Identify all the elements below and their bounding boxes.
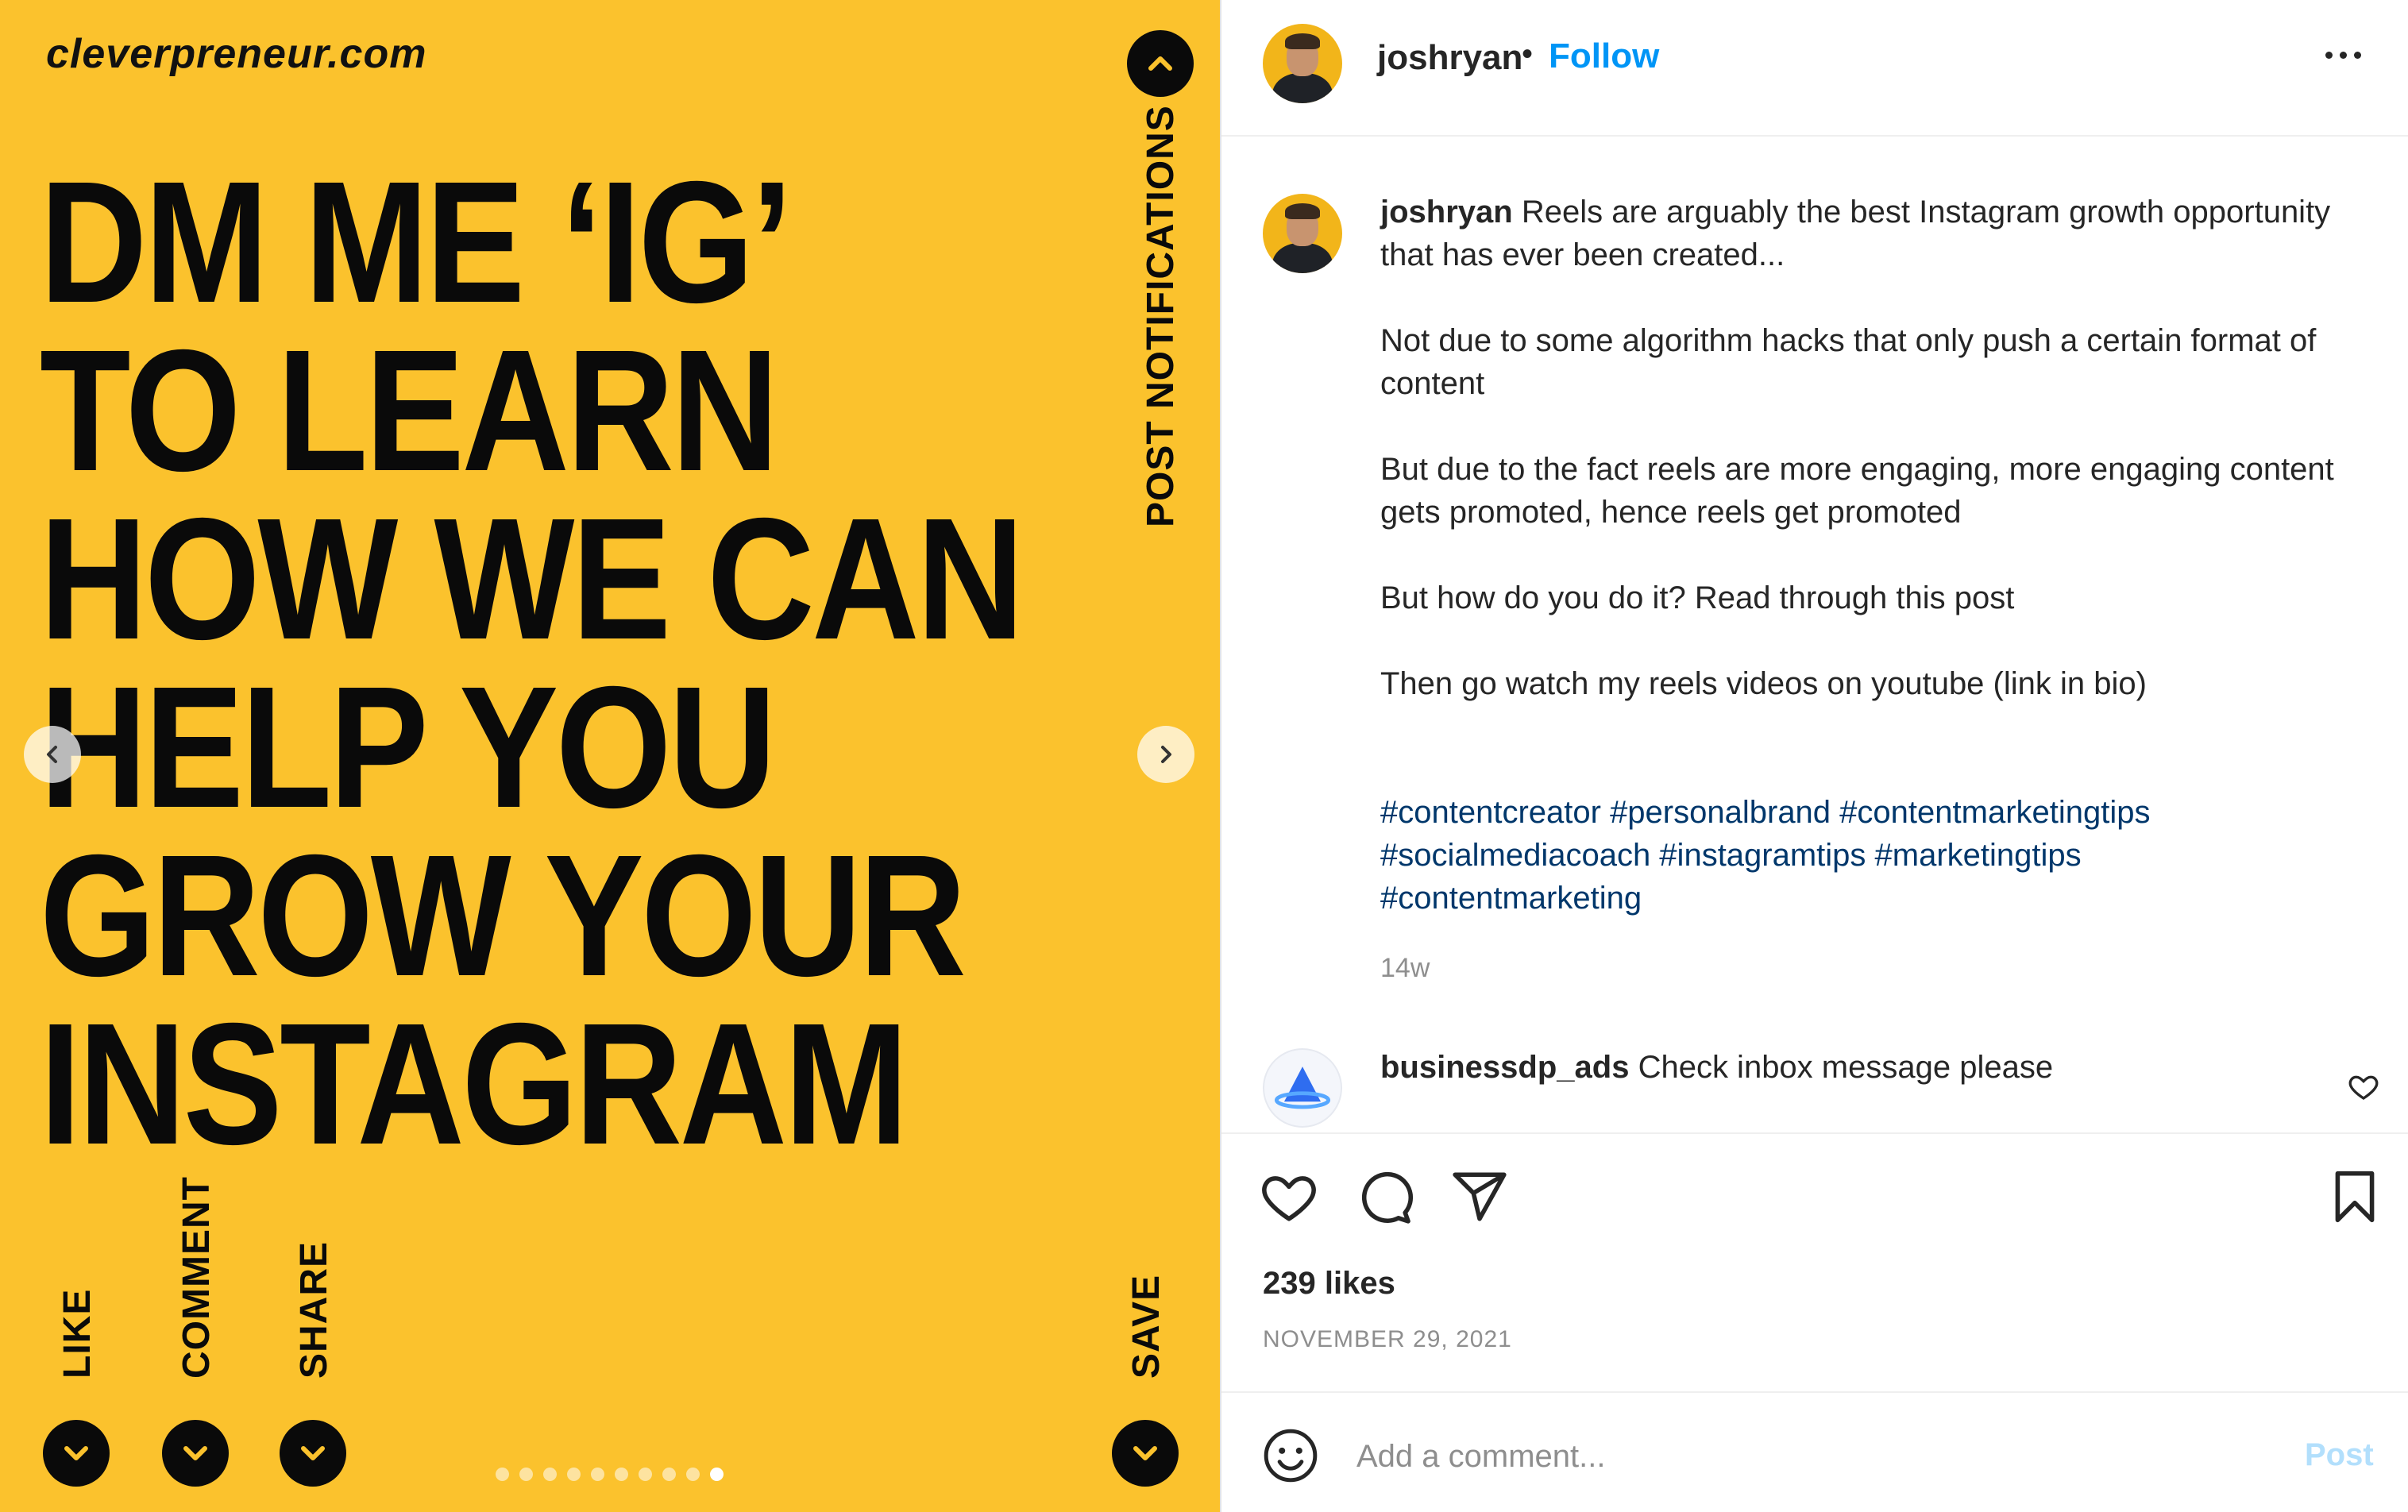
comment-label: COMMENT bbox=[176, 1176, 218, 1379]
chevron-down-icon bbox=[43, 1420, 110, 1487]
comment-input[interactable]: Add a comment... bbox=[1356, 1439, 1605, 1475]
headline-line: DM ME ‘IG’ bbox=[40, 146, 793, 339]
headline-line: HELP YOU bbox=[40, 651, 777, 844]
actions-divider bbox=[1221, 1132, 2408, 1134]
caption-paragraph: But due to the fact reels are more engag… bbox=[1380, 452, 2334, 530]
post-date: NOVEMBER 29, 2021 bbox=[1263, 1326, 1512, 1352]
header-divider bbox=[1221, 135, 2408, 137]
slide-headline: DM ME ‘IG’ TO LEARN HOW WE CAN HELP YOU … bbox=[40, 146, 1025, 1181]
caption-paragraph: Not due to some algorithm hacks that onl… bbox=[1380, 323, 2317, 401]
carousel-indicator bbox=[496, 1468, 724, 1481]
post-details-panel: joshryan • Follow joshryan Reels are arg… bbox=[1221, 0, 2408, 1512]
carousel-dot bbox=[615, 1468, 628, 1481]
next-slide-button[interactable] bbox=[1137, 726, 1194, 783]
comment-text: Check inbox message please bbox=[1638, 1050, 2054, 1085]
chevron-down-icon bbox=[1112, 1420, 1179, 1487]
post-media-slide[interactable]: cleverpreneur.com DM ME ‘IG’ TO LEARN HO… bbox=[0, 0, 1220, 1512]
like-count[interactable]: 239 likes bbox=[1263, 1266, 1395, 1302]
chevron-right-icon bbox=[1161, 746, 1171, 763]
headline-line: INSTAGRAM bbox=[40, 988, 909, 1181]
carousel-dot bbox=[543, 1468, 557, 1481]
save-bookmark-icon[interactable] bbox=[2325, 1167, 2384, 1226]
comment-bubble-icon[interactable] bbox=[1355, 1167, 1414, 1226]
caption-avatar[interactable] bbox=[1263, 194, 1342, 273]
like-comment-heart-icon[interactable] bbox=[2348, 1070, 2379, 1102]
caption-hashtags[interactable]: #contentcreator #personalbrand #contentm… bbox=[1380, 791, 2333, 920]
chevron-left-icon bbox=[47, 746, 57, 763]
emoji-icon[interactable] bbox=[1261, 1426, 1320, 1485]
chevron-down-icon bbox=[162, 1420, 229, 1487]
business-logo-icon bbox=[1274, 1066, 1331, 1109]
comment-username[interactable]: businessdp_ads bbox=[1380, 1050, 1629, 1085]
carousel-dot bbox=[662, 1468, 676, 1481]
headline-line: TO LEARN bbox=[40, 314, 779, 507]
save-label: SAVE bbox=[1125, 1274, 1167, 1379]
follow-button[interactable]: Follow bbox=[1549, 37, 1659, 76]
caption-paragraph: Then go watch my reels videos on youtube… bbox=[1380, 666, 2147, 701]
instagram-post-view: cleverpreneur.com DM ME ‘IG’ TO LEARN HO… bbox=[0, 0, 2408, 1512]
commenter-avatar[interactable] bbox=[1263, 1048, 1342, 1128]
headline-line: GROW YOUR bbox=[40, 820, 967, 1012]
author-avatar[interactable] bbox=[1263, 24, 1342, 103]
like-heart-icon[interactable] bbox=[1260, 1167, 1318, 1226]
composer-divider bbox=[1221, 1391, 2408, 1393]
more-options-icon[interactable] bbox=[2325, 43, 2373, 67]
like-label: LIKE bbox=[56, 1288, 98, 1379]
carousel-dot bbox=[686, 1468, 700, 1481]
carousel-dot bbox=[496, 1468, 509, 1481]
caption-text: Reels are arguably the best Instagram gr… bbox=[1380, 195, 2331, 272]
post-age[interactable]: 14w bbox=[1380, 953, 1430, 984]
post-comment-button[interactable]: Post bbox=[2305, 1437, 2374, 1473]
carousel-dot bbox=[591, 1468, 604, 1481]
headline-line: HOW WE CAN bbox=[40, 483, 1025, 676]
post-caption: joshryan Reels are arguably the best Ins… bbox=[1380, 191, 2381, 748]
chevron-up-icon bbox=[1127, 30, 1194, 97]
post-notifications-label: POST NOTIFICATIONS bbox=[1140, 105, 1182, 527]
comment-item: businessdp_ads Check inbox message pleas… bbox=[1380, 1050, 2053, 1086]
chevron-down-icon bbox=[280, 1420, 346, 1487]
share-paper-plane-icon[interactable] bbox=[1450, 1167, 1509, 1226]
caption-username[interactable]: joshryan bbox=[1380, 195, 1513, 230]
share-label: SHARE bbox=[293, 1240, 335, 1379]
previous-slide-button[interactable] bbox=[24, 726, 81, 783]
carousel-dot bbox=[567, 1468, 581, 1481]
carousel-dot bbox=[519, 1468, 533, 1481]
header-separator: • bbox=[1522, 37, 1534, 71]
carousel-dot bbox=[639, 1468, 652, 1481]
caption-paragraph: But how do you do it? Read through this … bbox=[1380, 580, 2015, 615]
carousel-dot-active bbox=[710, 1468, 724, 1481]
brand-watermark: cleverpreneur.com bbox=[46, 31, 427, 77]
author-username[interactable]: joshryan bbox=[1377, 38, 1522, 78]
